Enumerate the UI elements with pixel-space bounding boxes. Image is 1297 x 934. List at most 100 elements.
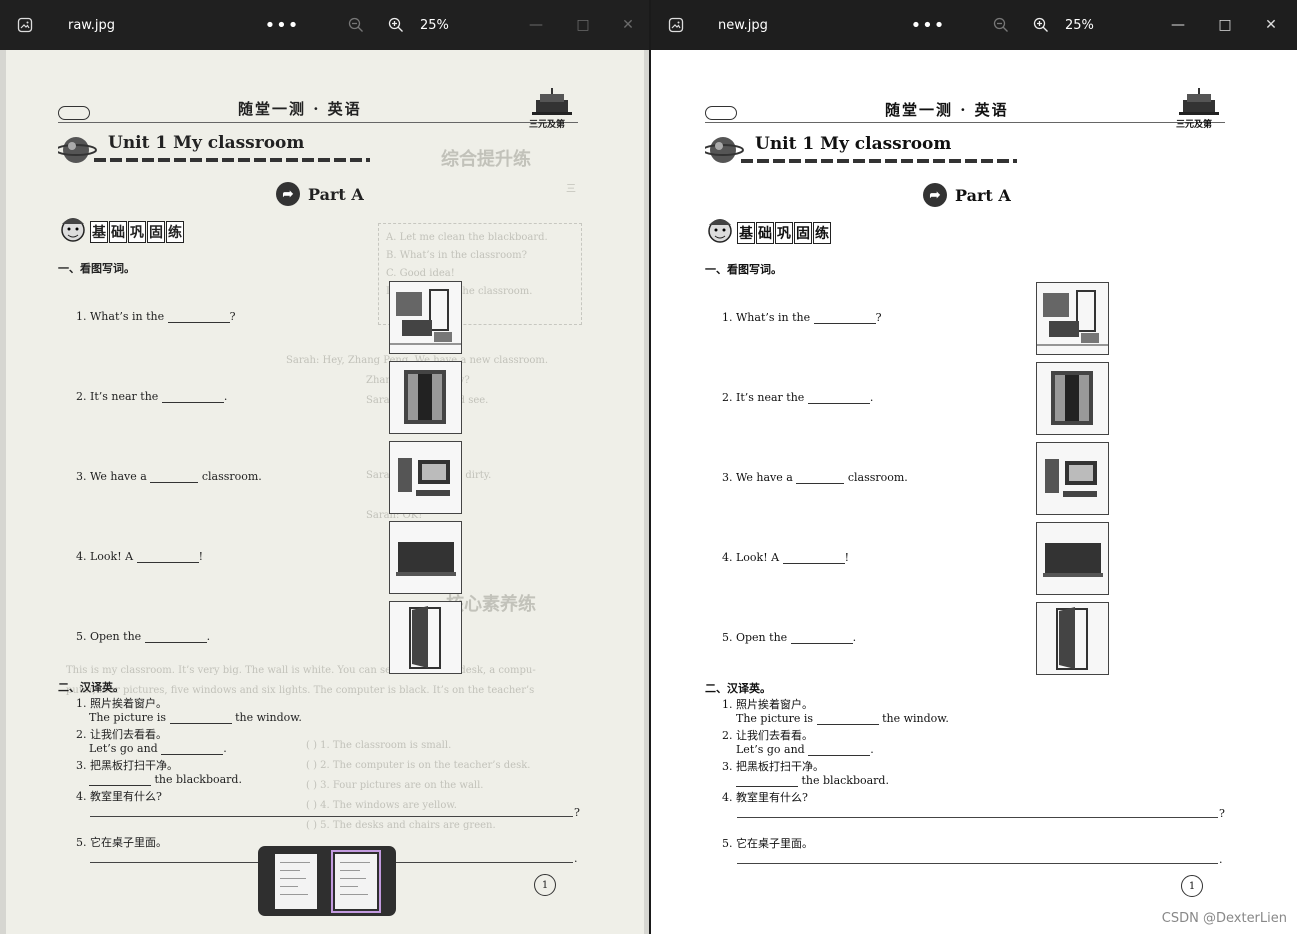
bleed-through-text: 综合提升练 [441,149,531,170]
cartoon-kid-icon [708,219,732,243]
translation-4-cn: 4. 教室里有什么? [722,791,808,804]
watermark: CSDN @DexterLien [1161,911,1287,926]
header-title: 随堂一测 · 英语 [885,101,1009,119]
header-rule [705,122,1225,123]
computer-picture [389,441,462,514]
classroom-picture [389,281,462,354]
zoom-out-button[interactable] [340,0,372,50]
image-icon [659,0,693,50]
bleed-through-text: ( ) 3. Four pictures are on the wall. [306,780,484,791]
image-icon [8,0,42,50]
banner-char: 固 [794,222,812,244]
bleed-through-text: ( ) 1. The classroom is small. [306,740,452,751]
zoom-out-icon [348,17,363,32]
worksheet-page: 随堂一测 · 英语 三元及第 Unit 1 My classroom ➦ Par… [651,50,1297,934]
zoom-out-icon [993,17,1008,32]
window-picture [1036,362,1109,435]
right-photo-window: new.jpg ••• 25% — □ ✕ 随堂一测 · 英语 三元及第 Uni… [651,0,1297,934]
page-number: 1 [1181,875,1203,897]
image-viewer: 综合提升练 三 A. Let me clean the blackboard. … [0,50,649,934]
section2-title: 二、汉译英。 [705,682,771,695]
section-banner: 基 础 巩 固 练 [703,213,831,253]
banner-char: 固 [147,221,165,243]
part-label: Part A [308,184,364,204]
more-button[interactable]: ••• [908,0,948,50]
answer-line [737,863,1218,864]
bleed-through-text: C. Good idea! [386,268,455,279]
door-picture [389,601,462,674]
thumbnail-new[interactable] [331,850,381,913]
question-3: 3. We have a classroom. [76,470,262,483]
translation-3-en: the blackboard. [736,774,889,787]
unit-underline [94,158,370,162]
zoom-level[interactable]: 25% [420,0,449,50]
zoom-in-icon [1033,17,1048,32]
close-icon[interactable]: ✕ [1251,0,1291,50]
answer-line [737,817,1218,818]
unit-title: Unit 1 My classroom [755,134,952,154]
unit-underline [741,159,1017,163]
thumbnail-raw[interactable] [275,854,317,909]
zoom-out-button[interactable] [985,0,1017,50]
image-viewer: 随堂一测 · 英语 三元及第 Unit 1 My classroom ➦ Par… [651,50,1297,934]
answer-line-end: . [1219,853,1223,866]
minimize-icon[interactable]: — [516,0,556,50]
translation-4-cn: 4. 教室里有什么? [76,790,162,803]
translation-3-cn: 3. 把黑板打扫干净。 [722,760,824,773]
titlebar: new.jpg ••• 25% — □ ✕ [651,0,1297,50]
question-4: 4. Look! A ! [76,550,203,563]
maximize-icon[interactable]: □ [1205,0,1245,50]
banner-text: 基 础 巩 固 练 [90,221,184,243]
banner-char: 基 [90,221,108,243]
cartoon-kid-icon [61,218,85,242]
page-number: 1 [534,874,556,896]
translation-1-cn: 1. 照片挨着窗户。 [76,697,167,710]
part-title: ➦ Part A [276,182,364,206]
zoom-level[interactable]: 25% [1065,0,1094,50]
globe-icon [705,137,744,163]
bleed-through-text: A. Let me clean the blackboard. [386,232,548,243]
answer-line [90,816,573,817]
blackboard-picture [389,521,462,594]
close-icon[interactable]: ✕ [608,0,648,50]
question-5: 5. Open the . [76,630,211,643]
part-title: ➦ Part A [923,183,1011,207]
banner-char: 础 [756,222,774,244]
bleed-through-text: B. What’s in the classroom? [386,250,527,261]
zoom-in-button[interactable] [380,0,412,50]
question-4: 4. Look! A ! [722,551,849,564]
file-name: raw.jpg [68,17,115,33]
translation-5-cn: 5. 它在桌子里面。 [76,836,167,849]
translation-2-cn: 2. 让我们去看看。 [722,729,813,742]
globe-icon [58,137,97,163]
question-1: 1. What’s in the ? [722,311,882,324]
thumbnail-strip [258,846,396,916]
answer-line-end: ? [1219,807,1225,820]
blackboard-picture [1036,522,1109,595]
minimize-icon[interactable]: — [1158,0,1198,50]
unit-title: Unit 1 My classroom [108,133,305,153]
page-badge [58,106,90,120]
question-2: 2. It’s near the . [722,391,874,404]
answer-line-end: ? [574,806,580,819]
maximize-icon[interactable]: □ [563,0,603,50]
more-button[interactable]: ••• [262,0,302,50]
bleed-through-text: ( ) 5. The desks and chairs are green. [306,820,496,831]
window-picture [389,361,462,434]
section1-title: 一、看图写词。 [58,262,135,275]
left-photo-window: raw.jpg ••• 25% — □ ✕ 综合提升练 三 A. Let me … [0,0,649,934]
arrow-icon: ➦ [923,183,947,207]
translation-1-en: The picture is the window. [736,712,949,725]
zoom-in-button[interactable] [1025,0,1057,50]
page-badge [705,106,737,120]
question-1: 1. What’s in the ? [76,310,236,323]
bleed-through-text: 三 [566,184,576,195]
section2-title: 二、汉译英。 [58,681,124,694]
banner-char: 巩 [128,221,146,243]
banner-char: 基 [737,222,755,244]
zoom-in-icon [388,17,403,32]
answer-line-end: . [574,852,578,865]
translation-3-en: the blackboard. [89,773,242,786]
logo-text: 三元及第 [1176,120,1213,130]
question-3: 3. We have a classroom. [722,471,908,484]
